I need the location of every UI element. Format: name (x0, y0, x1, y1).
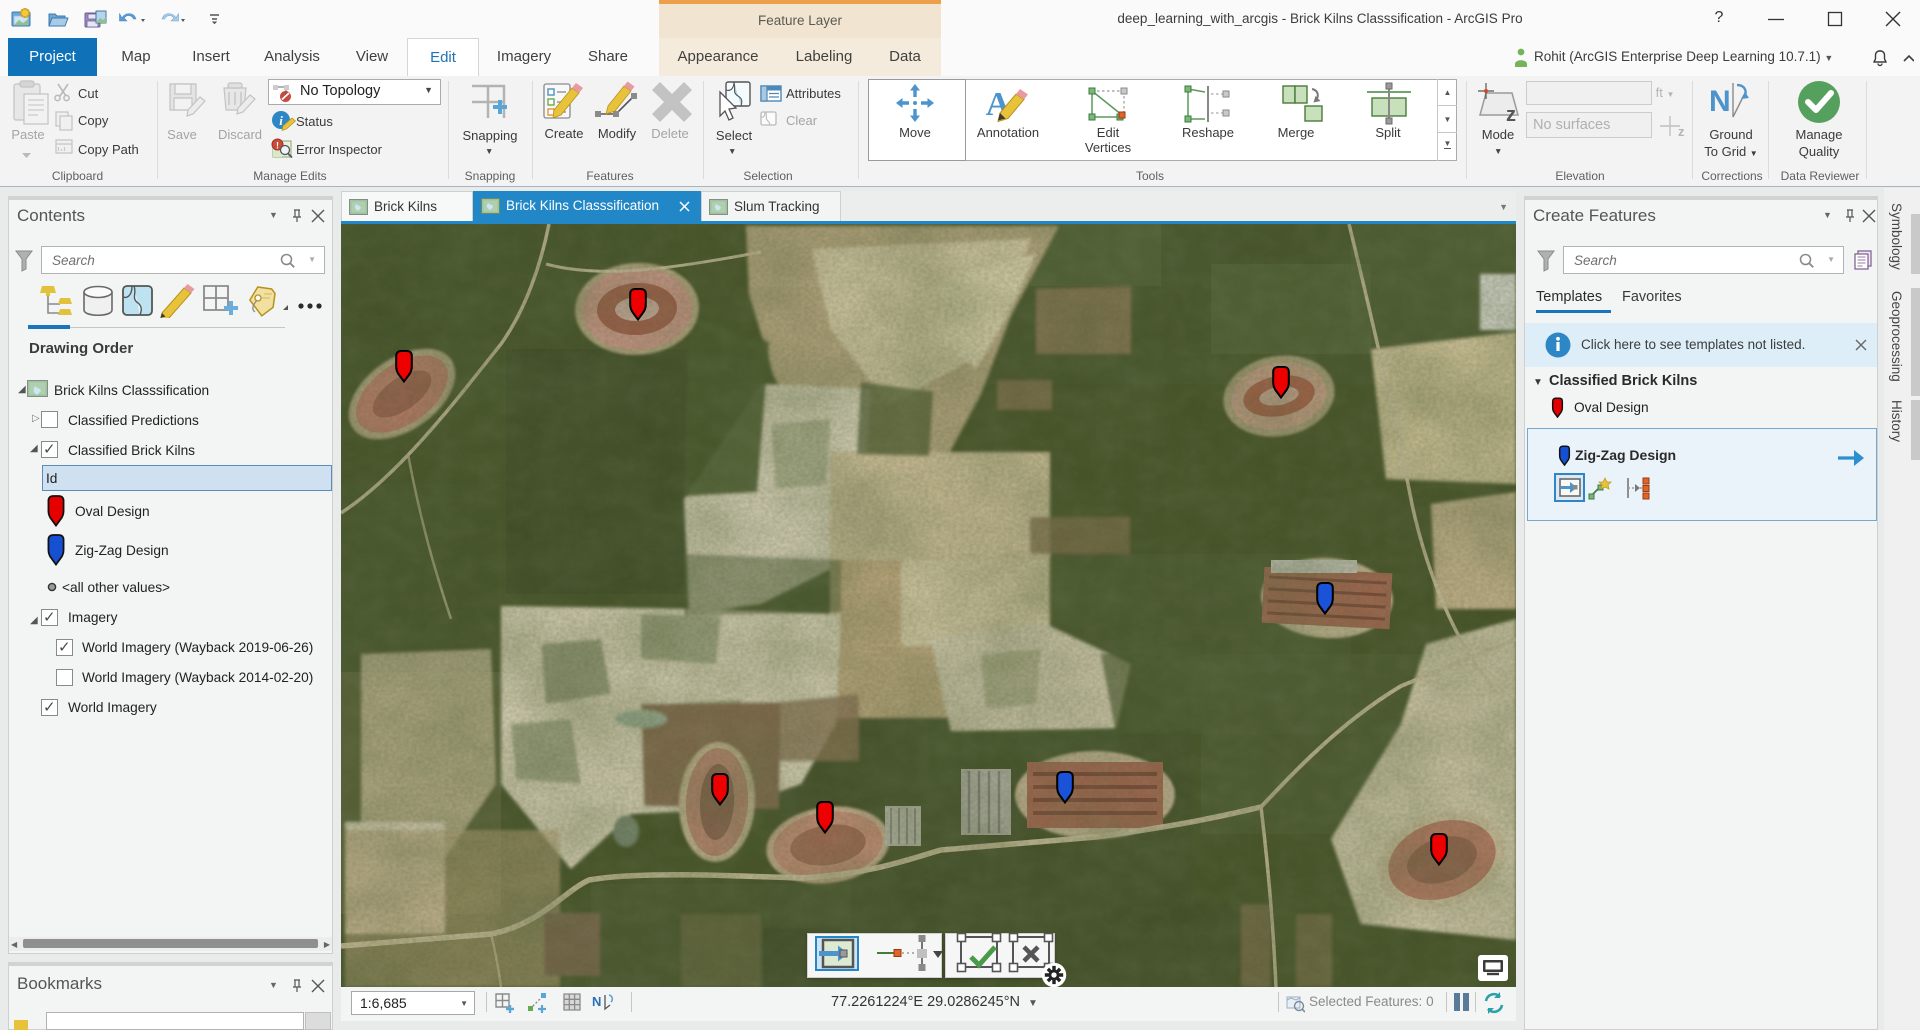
svg-text:Edit: Edit (1097, 125, 1120, 140)
svg-text:Split: Split (1375, 125, 1401, 140)
svg-text:Merge: Merge (1278, 125, 1315, 140)
svg-text:i: i (279, 113, 283, 128)
svg-text:z: z (1506, 104, 1516, 123)
svg-text:N: N (1709, 85, 1731, 118)
svg-text:Annotation: Annotation (977, 125, 1039, 140)
svg-text:!: ! (276, 141, 279, 151)
svg-text:Move: Move (899, 125, 931, 140)
svg-text:N: N (592, 994, 601, 1009)
svg-text:Vertices: Vertices (1085, 140, 1132, 155)
svg-text:z: z (1678, 124, 1685, 138)
svg-text:Reshape: Reshape (1182, 125, 1234, 140)
